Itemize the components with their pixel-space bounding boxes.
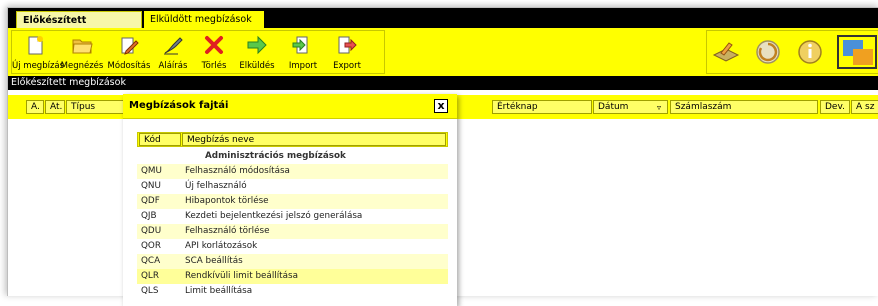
row-name: Felhasználó törlése	[185, 226, 270, 236]
new-document-icon	[28, 36, 43, 55]
column-at[interactable]: At.	[45, 100, 65, 114]
column-a[interactable]: A.	[26, 100, 44, 114]
export-label: Export	[333, 61, 361, 71]
dialog-column-code[interactable]: Kód	[139, 133, 181, 146]
column-value-date[interactable]: Értéknap	[492, 100, 592, 114]
settings-button[interactable]	[837, 35, 877, 69]
sign-pad-button[interactable]	[709, 35, 743, 69]
list-item[interactable]: QOR API korlátozások	[137, 239, 448, 254]
column-date-label: Dátum	[598, 102, 629, 112]
info-button[interactable]	[793, 35, 827, 69]
tab-bar: Előkészített megbízások Elküldött megbíz…	[8, 8, 878, 43]
delete-button[interactable]: Törlés	[194, 31, 234, 75]
sort-icon: ▿	[656, 103, 661, 112]
row-code: QOR	[141, 241, 161, 251]
column-a-sz[interactable]: A sz	[851, 100, 878, 114]
row-code: QJB	[141, 211, 157, 221]
list-item[interactable]: QLS Limit beállítása	[137, 284, 448, 299]
dialog-title: Megbízások fajtái	[129, 100, 229, 111]
delete-x-icon	[205, 36, 223, 54]
row-name: Felhasználó módosítása	[185, 166, 290, 176]
delete-label: Törlés	[201, 61, 227, 71]
export-button[interactable]: Export	[326, 31, 368, 75]
row-name: Kezdeti bejelentkezési jelszó generálása	[185, 211, 363, 221]
app-window: Előkészített megbízások Elküldött megbíz…	[7, 7, 878, 306]
list-item[interactable]: QMU Felhasználó módosítása	[137, 164, 448, 179]
dialog-column-name[interactable]: Megbízás neve	[182, 133, 446, 146]
row-name: Limit beállítása	[185, 286, 253, 296]
row-name: Új felhasználó	[185, 181, 247, 191]
row-name: SCA beállítás	[185, 256, 243, 266]
row-name: Rendkívüli limit beállítása	[185, 271, 298, 281]
column-type[interactable]: Típus	[66, 100, 126, 114]
refresh-button[interactable]	[751, 35, 785, 69]
list-item[interactable]: QJB Kezdeti bejelentkezési jelszó generá…	[137, 209, 448, 224]
toolbar-actions: Új megbízás Megnézés Módosítás Aláírás T…	[11, 30, 385, 74]
modify-label: Módosítás	[107, 61, 151, 71]
list-item[interactable]: QNU Új felhasználó	[137, 179, 448, 194]
signature-pen-icon	[164, 37, 183, 55]
toolbar-tools	[706, 30, 878, 74]
send-arrow-icon	[247, 35, 267, 55]
section-title: Előkészített megbízások	[8, 76, 878, 90]
sign-button[interactable]: Aláírás	[152, 31, 194, 75]
dialog-title-bar: Megbízások fajtái x	[123, 94, 457, 119]
row-name: Adminisztrációs megbízások	[205, 151, 346, 161]
view-label: Megnézés	[60, 61, 104, 71]
toolbar: Új megbízás Megnézés Módosítás Aláírás T…	[8, 28, 878, 76]
export-icon	[338, 36, 357, 54]
row-code: QLS	[141, 286, 159, 296]
row-code: QNU	[141, 181, 161, 191]
sign-label: Aláírás	[158, 61, 188, 71]
new-order-button[interactable]: Új megbízás	[12, 31, 65, 75]
row-code: QDF	[141, 196, 160, 206]
send-button[interactable]: Elküldés	[234, 31, 280, 75]
close-icon[interactable]: x	[434, 99, 448, 113]
row-code: QCA	[141, 256, 161, 266]
import-button[interactable]: Import	[282, 31, 324, 75]
list-item[interactable]: QDF Hibapontok törlése	[137, 194, 448, 209]
tab-prepared-orders[interactable]: Előkészített megbízások	[16, 11, 142, 43]
open-folder-icon	[72, 39, 93, 54]
settings-icon	[843, 40, 873, 65]
row-code: QLR	[141, 271, 159, 281]
column-account-number[interactable]: Számlaszám	[670, 100, 818, 114]
order-types-dialog: Megbízások fajtái x Kód Megbízás neve Ad…	[123, 94, 457, 306]
dialog-grid-header: Kód Megbízás neve	[137, 132, 448, 147]
column-date[interactable]: Dátum ▿	[593, 100, 668, 114]
modify-button[interactable]: Módosítás	[106, 31, 152, 75]
row-name: Hibapontok törlése	[185, 196, 269, 206]
list-item[interactable]: QCA SCA beállítás	[137, 254, 448, 269]
list-item-group: Adminisztrációs megbízások	[137, 149, 448, 164]
edit-pencil-icon	[121, 37, 139, 55]
list-item[interactable]: QLR Rendkívüli limit beállítása	[137, 269, 448, 284]
row-name: API korlátozások	[185, 241, 258, 251]
info-icon	[798, 40, 822, 64]
import-icon	[292, 36, 308, 54]
column-currency[interactable]: Dev.	[820, 100, 850, 114]
row-code: QMU	[141, 166, 162, 176]
list-item[interactable]: QDU Felhasználó törlése	[137, 224, 448, 239]
view-button[interactable]: Megnézés	[59, 31, 105, 75]
import-label: Import	[288, 61, 318, 71]
refresh-icon	[756, 40, 780, 64]
sign-pad-icon	[712, 42, 740, 62]
row-code: QDU	[141, 226, 162, 236]
new-order-label: Új megbízás	[12, 61, 65, 71]
tab-sent-orders[interactable]: Elküldött megbízások	[144, 11, 264, 28]
send-label: Elküldés	[239, 61, 275, 71]
